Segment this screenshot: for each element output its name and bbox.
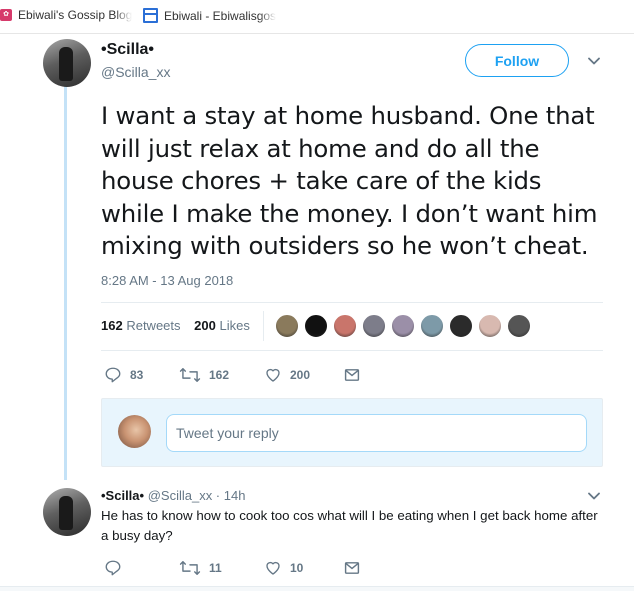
reply-retweet-action[interactable]: 11: [179, 558, 222, 578]
retweet-count: 162: [209, 368, 230, 382]
liker-avatar[interactable]: [304, 314, 328, 338]
reply-action[interactable]: 83: [104, 365, 143, 385]
reply-icon: [105, 560, 121, 576]
author-handle[interactable]: @Scilla_xx: [101, 64, 170, 80]
retweets-count: 162: [101, 318, 123, 333]
reply-retweet-count: 11: [209, 561, 222, 575]
author-display-name[interactable]: •Scilla•: [101, 41, 154, 59]
like-count: 200: [290, 368, 311, 382]
retweets-label: Retweets: [126, 318, 181, 333]
bookmark-label: Ebiwali's Gossip Blog:: [18, 8, 132, 22]
tweet-timestamp[interactable]: 8:28 AM - 13 Aug 2018: [101, 273, 233, 288]
reply-count: 83: [130, 368, 144, 382]
current-user-avatar: [118, 415, 151, 448]
reply-icon: [105, 367, 121, 383]
follow-button[interactable]: Follow: [465, 44, 569, 77]
reply-meta[interactable]: @Scilla_xx · 14h: [148, 488, 246, 503]
reply-more-options-chevron-icon[interactable]: [588, 492, 600, 500]
more-options-chevron-icon[interactable]: [588, 57, 600, 65]
reply-text: He has to know how to cook too cos what …: [101, 508, 598, 543]
bookmark-label: Ebiwali - Ebiwalisgos: [164, 8, 277, 23]
retweet-icon: [179, 368, 201, 382]
reply-direct-message-action[interactable]: [344, 558, 360, 578]
page-icon: [143, 8, 158, 23]
liker-avatar[interactable]: [478, 314, 502, 338]
likes-stat[interactable]: 200 Likes: [194, 318, 250, 333]
thread-connector-line: [64, 86, 67, 480]
liker-avatar[interactable]: [420, 314, 444, 338]
bookmark-ebiwali-gossip-blog[interactable]: ✿ Ebiwali's Gossip Blog:: [0, 8, 132, 22]
reply-like-count: 10: [290, 561, 304, 575]
liker-avatar[interactable]: [507, 314, 531, 338]
tweet-text: I want a stay at home husband. One that …: [101, 101, 598, 260]
direct-message-action[interactable]: [344, 365, 360, 385]
liker-avatar[interactable]: [333, 314, 357, 338]
divider: [101, 302, 603, 303]
stats-separator: [263, 311, 264, 341]
liker-avatar[interactable]: [275, 314, 299, 338]
bottom-divider: [0, 586, 634, 591]
reply-reply-action[interactable]: [104, 558, 122, 578]
liker-avatar[interactable]: [362, 314, 386, 338]
retweets-stat[interactable]: 162 Retweets: [101, 318, 181, 333]
bookmarks-bar: ✿ Ebiwali's Gossip Blog: Ebiwali - Ebiwa…: [0, 0, 634, 34]
reply-header: •Scilla• @Scilla_xx · 14h: [101, 488, 245, 503]
heart-icon: [266, 561, 280, 575]
retweet-icon: [179, 561, 201, 575]
reply-input[interactable]: Tweet your reply: [166, 414, 587, 452]
bookmark-ebiwali-site[interactable]: Ebiwali - Ebiwalisgos: [143, 8, 283, 23]
liker-avatar[interactable]: [391, 314, 415, 338]
divider: [101, 350, 603, 351]
retweet-action[interactable]: 162: [179, 365, 229, 385]
reply-author-name[interactable]: •Scilla•: [101, 488, 144, 503]
envelope-icon: [344, 369, 360, 381]
heart-icon: [266, 368, 280, 382]
likes-label: Likes: [219, 318, 250, 333]
reply-composer: Tweet your reply: [101, 398, 603, 467]
reply-author-avatar[interactable]: [43, 488, 91, 536]
like-action[interactable]: 200: [264, 365, 310, 385]
author-avatar[interactable]: [43, 39, 91, 87]
envelope-icon: [344, 562, 360, 574]
pink-favicon-icon: ✿: [0, 9, 12, 21]
reply-like-action[interactable]: 10: [264, 558, 303, 578]
likes-count: 200: [194, 318, 216, 333]
liker-avatar[interactable]: [449, 314, 473, 338]
liker-avatars: [275, 314, 536, 338]
tweet-stats: 162 Retweets 200 Likes: [101, 318, 260, 333]
